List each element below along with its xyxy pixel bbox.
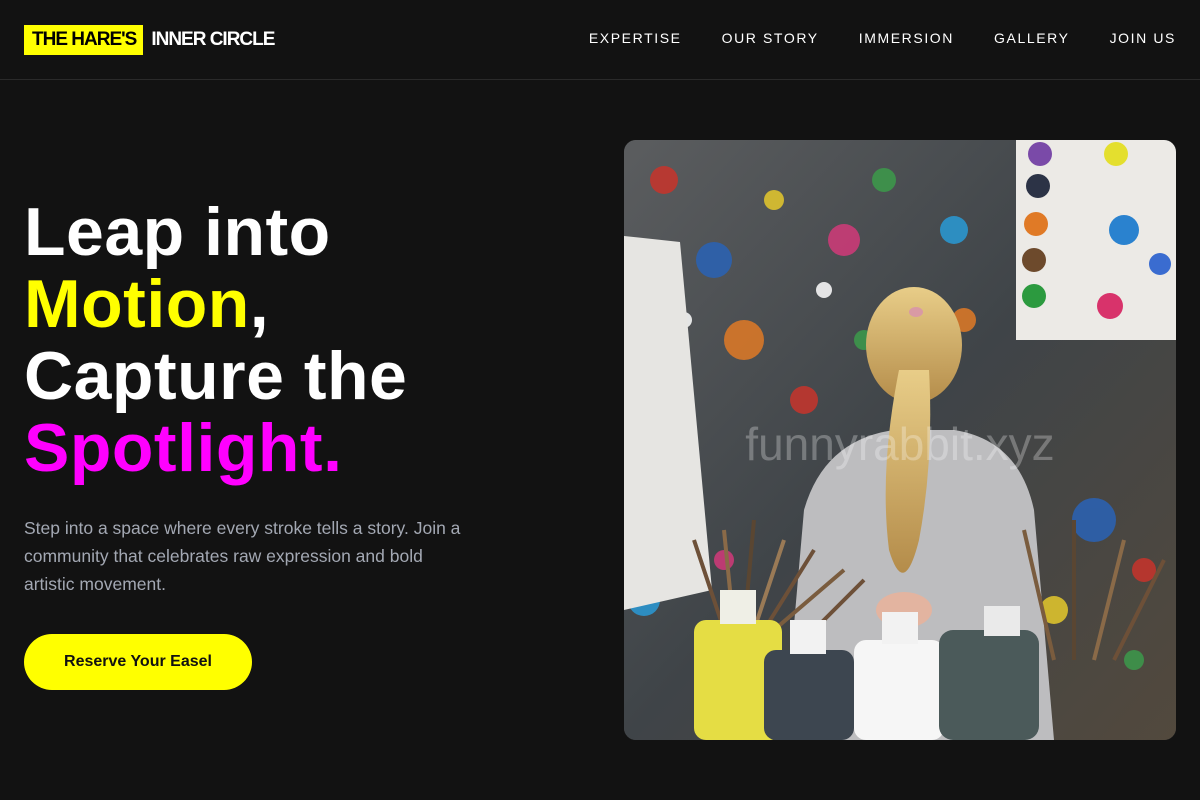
headline-line-1: Leap into (24, 194, 331, 270)
hero-image: funnyrabbit.xyz (624, 140, 1176, 740)
headline-line-2: Motion, (24, 268, 544, 340)
hero-headline: Leap into Motion, Capture the Spotlight. (24, 196, 544, 484)
nav-link-expertise[interactable]: EXPERTISE (589, 30, 682, 46)
reserve-easel-button[interactable]: Reserve Your Easel (24, 634, 252, 690)
headline-accent-spotlight: Spotlight. (24, 410, 343, 486)
logo-text: INNER CIRCLE (151, 28, 275, 50)
nav-link-our-story[interactable]: OUR STORY (722, 30, 819, 46)
nav-link-immersion[interactable]: IMMERSION (859, 30, 954, 46)
headline-line-3: Capture the (24, 338, 408, 414)
site-logo[interactable]: THE HARE'S INNER CIRCLE (24, 24, 275, 55)
logo-badge: THE HARE'S (24, 24, 144, 55)
hero-subtext: Step into a space where every stroke tel… (24, 518, 461, 594)
hero-image-illustration: funnyrabbit.xyz (624, 140, 1176, 740)
hero-section: Leap into Motion, Capture the Spotlight.… (24, 196, 544, 690)
nav-link-join-us[interactable]: JOIN US (1110, 30, 1176, 46)
site-header: THE HARE'S INNER CIRCLE EXPERTISE OUR ST… (0, 0, 1200, 80)
nav-link-gallery[interactable]: GALLERY (994, 30, 1070, 46)
headline-comma: , (249, 266, 270, 342)
image-watermark: funnyrabbit.xyz (745, 418, 1054, 470)
main-nav: EXPERTISE OUR STORY IMMERSION GALLERY JO… (589, 30, 1176, 46)
headline-accent-motion: Motion (24, 266, 250, 342)
